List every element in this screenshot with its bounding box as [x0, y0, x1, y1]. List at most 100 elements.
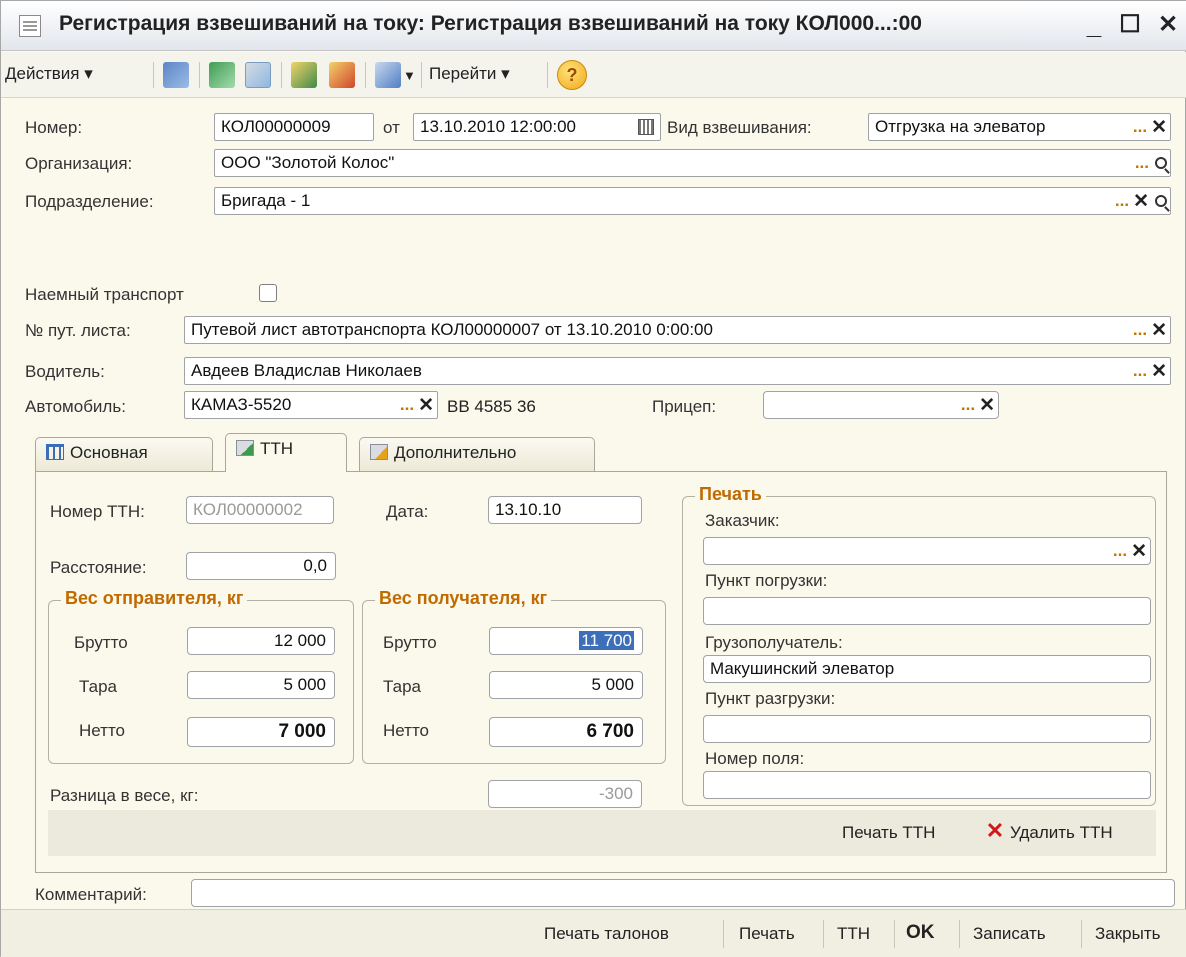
delete-icon[interactable]: ✕: [984, 820, 1006, 842]
ttn-button[interactable]: ТТН: [837, 924, 870, 944]
print-ttn-button[interactable]: Печать ТТН: [842, 823, 935, 843]
clear-icon[interactable]: ✕: [1151, 319, 1167, 342]
select-icon[interactable]: ...: [1133, 320, 1147, 340]
document-check-icon: [236, 440, 254, 456]
number-field[interactable]: КОЛ00000009: [214, 113, 374, 141]
ttn-date-label: Дата:: [386, 502, 429, 521]
refresh-icon[interactable]: [209, 62, 235, 88]
receiver-weight-group: Вес получателя, кг Брутто 11 700 Тара 5 …: [362, 588, 666, 764]
from-label: от: [383, 118, 400, 137]
organization-field[interactable]: ООО "Золотой Колос" ...: [214, 149, 1171, 177]
select-icon[interactable]: ...: [1113, 541, 1127, 561]
close-window-button[interactable]: ✕: [1153, 9, 1183, 41]
select-icon[interactable]: ...: [961, 395, 975, 415]
post-and-close-icon[interactable]: [163, 62, 189, 88]
weigh-type-value: Отгрузка на элеватор: [875, 117, 1046, 136]
load-point-field[interactable]: [703, 597, 1151, 625]
select-icon[interactable]: ...: [1135, 153, 1149, 173]
waybill-label: № пут. листа:: [25, 321, 131, 340]
maximize-button[interactable]: ☐: [1115, 9, 1145, 41]
division-field[interactable]: Бригада - 1 ... ✕: [214, 187, 1171, 215]
load-point-label: Пункт погрузки:: [705, 571, 828, 590]
ttn-date-field[interactable]: 13.10.10: [488, 496, 642, 524]
trailer-field[interactable]: ... ✕: [763, 391, 999, 419]
receiver-gross-field[interactable]: 11 700: [489, 627, 643, 655]
goto-menu[interactable]: Перейти ▾: [429, 64, 510, 84]
post-document-icon[interactable]: [291, 62, 317, 88]
clear-icon[interactable]: ✕: [418, 394, 434, 417]
clear-icon[interactable]: ✕: [1133, 190, 1149, 213]
clear-icon[interactable]: ✕: [979, 394, 995, 417]
car-value: КАМАЗ-5520: [191, 395, 292, 414]
consignee-label: Грузополучатель:: [705, 633, 843, 652]
unload-point-field[interactable]: [703, 715, 1151, 743]
actions-menu[interactable]: Действия ▾: [5, 64, 93, 84]
ttn-number-field[interactable]: КОЛ00000002: [186, 496, 334, 524]
car-label: Автомобиль:: [25, 397, 126, 416]
receiver-gross-label: Брутто: [383, 633, 437, 652]
select-icon[interactable]: ...: [1133, 117, 1147, 137]
save-button[interactable]: Записать: [973, 924, 1046, 944]
date-field[interactable]: 13.10.2010 12:00:00: [413, 113, 661, 141]
tab-additional-label: Дополнительно: [394, 443, 517, 462]
sender-gross-field[interactable]: 12 000: [187, 627, 335, 655]
chevron-down-icon[interactable]: ▼: [403, 68, 416, 83]
select-icon[interactable]: ...: [1115, 191, 1129, 211]
sender-tare-field[interactable]: 5 000: [187, 671, 335, 699]
customer-field[interactable]: ... ✕: [703, 537, 1151, 565]
help-icon[interactable]: ?: [557, 60, 587, 90]
enter-on-basis-icon[interactable]: [375, 62, 401, 88]
unpost-document-icon[interactable]: [329, 62, 355, 88]
ttn-number-label: Номер ТТН:: [50, 502, 145, 521]
clear-icon[interactable]: ✕: [1131, 540, 1147, 563]
tab-main[interactable]: Основная: [35, 437, 213, 471]
waybill-field[interactable]: Путевой лист автотранспорта КОЛ00000007 …: [184, 316, 1171, 344]
sender-net-label: Нетто: [79, 721, 126, 740]
car-field[interactable]: КАМАЗ-5520 ... ✕: [184, 391, 438, 419]
select-icon[interactable]: ...: [1133, 361, 1147, 381]
minimize-button[interactable]: _: [1079, 9, 1109, 41]
weigh-type-field[interactable]: Отгрузка на элеватор ... ✕: [868, 113, 1171, 141]
comment-label: Комментарий:: [35, 885, 147, 904]
clear-icon[interactable]: ✕: [1151, 360, 1167, 383]
ttn-action-bar: Печать ТТН ✕ Удалить ТТН: [48, 810, 1156, 856]
toolbar-separator: [1081, 920, 1082, 948]
driver-field[interactable]: Авдеев Владислав Николаев ... ✕: [184, 357, 1171, 385]
sender-net-field[interactable]: 7 000: [187, 717, 335, 747]
tab-additional[interactable]: Дополнительно: [359, 437, 595, 471]
open-icon[interactable]: [1155, 157, 1167, 169]
open-icon[interactable]: [1155, 195, 1167, 207]
driver-label: Водитель:: [25, 362, 105, 381]
table-icon: [46, 444, 64, 460]
receiver-tare-field[interactable]: 5 000: [489, 671, 643, 699]
consignee-field[interactable]: Макушинский элеватор: [703, 655, 1151, 683]
tab-ttn[interactable]: ТТН: [225, 433, 347, 472]
toolbar-separator: [894, 920, 895, 948]
receiver-net-field[interactable]: 6 700: [489, 717, 643, 747]
delete-ttn-button[interactable]: Удалить ТТН: [1010, 823, 1113, 843]
car-plate: ВВ 4585 36: [447, 397, 536, 416]
field-number-field[interactable]: [703, 771, 1151, 799]
organization-value: ООО "Золотой Колос": [221, 153, 395, 172]
print-title: Печать: [695, 484, 766, 505]
toolbar-separator: [153, 62, 154, 88]
print-button[interactable]: Печать: [739, 924, 795, 944]
sender-weight-title: Вес отправителя, кг: [61, 588, 248, 609]
driver-value: Авдеев Владислав Николаев: [191, 361, 422, 380]
hired-transport-label: Наемный транспорт: [25, 285, 184, 304]
division-value: Бригада - 1: [221, 191, 311, 210]
copy-document-icon[interactable]: [245, 62, 271, 88]
calendar-icon[interactable]: [638, 119, 654, 135]
print-tickets-button[interactable]: Печать талонов: [544, 924, 669, 944]
comment-field[interactable]: [191, 879, 1175, 907]
ok-button[interactable]: OK: [906, 922, 935, 944]
toolbar-separator: [365, 62, 366, 88]
select-icon[interactable]: ...: [400, 395, 414, 415]
document-window: Регистрация взвешиваний на току: Регистр…: [0, 0, 1186, 957]
close-button[interactable]: Закрыть: [1095, 924, 1160, 944]
toolbar-separator: [421, 62, 422, 88]
hired-transport-checkbox[interactable]: [259, 284, 277, 302]
toolbar: Действия ▾ ▼ Перейти ▾ ?: [1, 52, 1186, 98]
clear-icon[interactable]: ✕: [1151, 116, 1167, 139]
distance-field[interactable]: 0,0: [186, 552, 336, 580]
